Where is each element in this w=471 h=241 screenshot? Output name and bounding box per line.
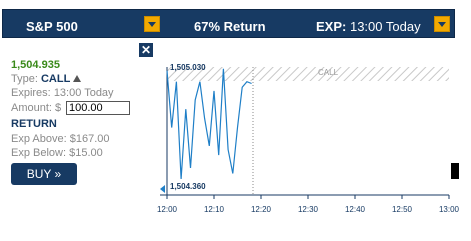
call-zone-label: CALL: [318, 68, 339, 77]
x-tick-label: 12:40: [345, 205, 366, 214]
scroll-left-icon[interactable]: [160, 185, 165, 193]
x-tick-label: 13:00: [439, 205, 460, 214]
x-tick-label: 12:00: [157, 205, 178, 214]
call-zone: [167, 67, 449, 81]
scroll-handle[interactable]: [451, 163, 459, 179]
low-label: 1,504.360: [170, 182, 206, 191]
x-tick-label: 12:20: [251, 205, 272, 214]
x-tick-label: 12:50: [392, 205, 413, 214]
x-tick-label: 12:10: [204, 205, 225, 214]
high-label: 1,505.030: [170, 63, 206, 72]
x-tick-label: 12:30: [298, 205, 319, 214]
price-line: [166, 68, 252, 180]
price-chart: CALL 12:00 12:10 12:20 12:30 12:40 12:50 13:00…: [157, 63, 460, 214]
